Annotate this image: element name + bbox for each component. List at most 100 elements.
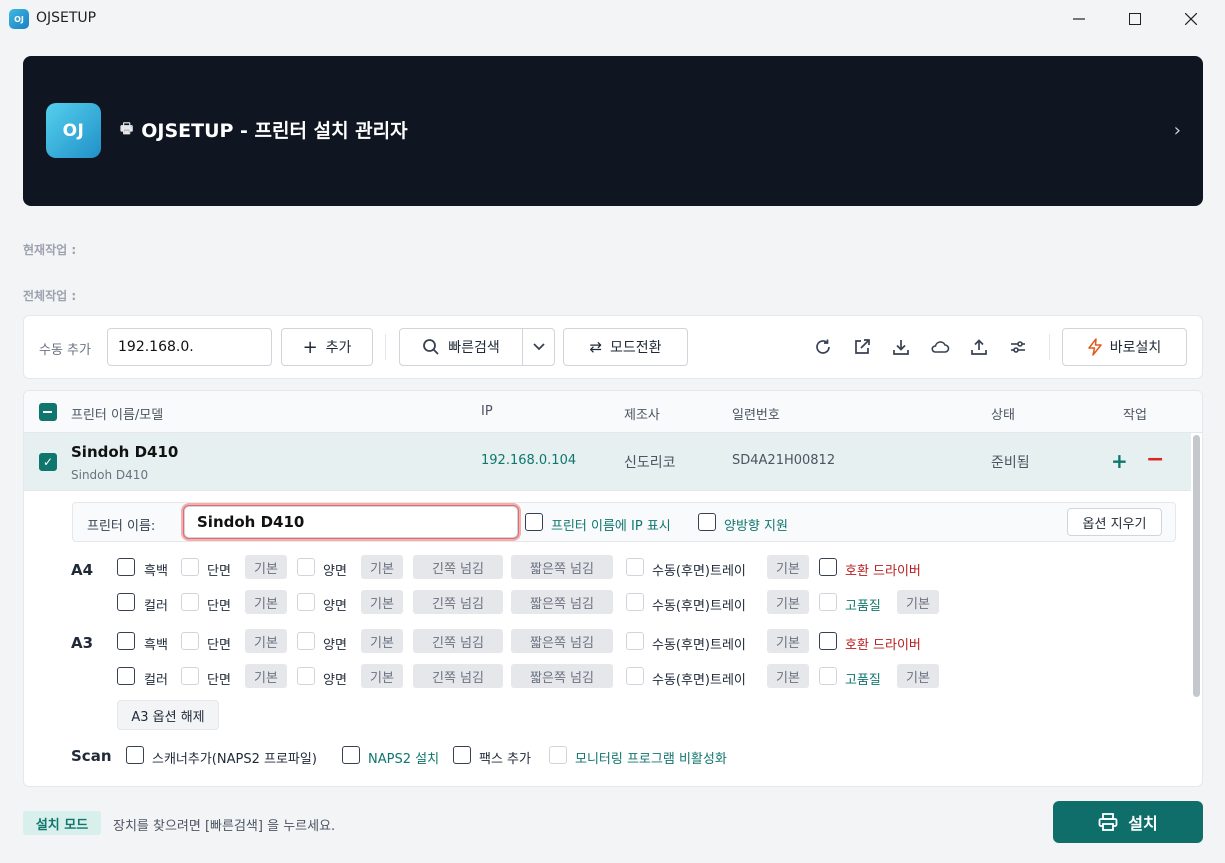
a3-mono-manual-tray-label: 수동(후면)트레이 [652,638,746,653]
fax-add-checkbox[interactable] [453,746,471,764]
a3-mono-duplex-default[interactable]: 기본 [361,629,403,653]
maximize-button[interactable] [1108,0,1162,38]
clear-options-button[interactable]: 옵션 지우기 [1067,508,1162,536]
a4-high-quality-default[interactable]: 기본 [897,590,939,614]
banner-title: OJSETUP - 프린터 설치 관리자 [141,120,408,142]
a3-mono-short-edge[interactable]: 짧은쪽 넘김 [511,629,613,653]
toolbar-divider [385,334,386,360]
naps2-install-checkbox[interactable] [342,746,360,764]
a4-mono-checkbox[interactable] [117,558,135,576]
add-button-label: 추가 [325,340,352,356]
a4-mono-short-edge[interactable]: 짧은쪽 넘김 [511,555,613,579]
footer-hint: 장치를 찾으려면 [빠른검색] 을 누르세요. [113,819,336,834]
a3-mono-simplex-default[interactable]: 기본 [245,629,287,653]
search-dropdown-button[interactable] [522,328,555,366]
a4-mono-simplex-checkbox[interactable] [181,558,199,576]
banner-title-wrap: 🖶 OJSETUP - 프린터 설치 관리자 [120,116,408,143]
close-button[interactable] [1164,0,1218,38]
select-all-checkbox[interactable] [39,403,57,421]
a4-color-simplex-default[interactable]: 기본 [245,590,287,614]
minimize-icon [1073,18,1085,20]
add-button[interactable]: + 추가 [281,328,373,366]
show-ip-label: 프린터 이름에 IP 표시 [551,519,671,534]
total-task-label: 전체작업 : [23,289,77,303]
printer-table: 프린터 이름/모델 IP 제조사 일련번호 상태 작업 ✓ Sindoh D41… [23,390,1203,787]
a4-mono-simplex-default[interactable]: 기본 [245,555,287,579]
a3-color-label: 컬러 [144,673,168,688]
external-link-icon[interactable] [851,336,873,358]
a4-mono-manual-tray-default[interactable]: 기본 [767,555,809,579]
a4-mono-duplex-default[interactable]: 기본 [361,555,403,579]
a3-color-checkbox[interactable] [117,667,135,685]
install-button[interactable]: 설치 [1053,801,1203,843]
a3-high-quality-checkbox[interactable] [819,667,837,685]
a3-color-simplex-checkbox[interactable] [181,667,199,685]
upload-icon[interactable] [968,336,990,358]
chevron-right-icon[interactable]: › [1174,120,1181,141]
a3-mono-manual-tray-checkbox[interactable] [626,632,644,650]
printer-name-input[interactable] [183,505,519,539]
a3-compat-driver-checkbox[interactable] [819,632,837,650]
settings-sliders-icon[interactable] [1007,336,1029,358]
show-ip-checkbox[interactable] [525,513,543,531]
printer-maker: 신도리코 [624,455,676,471]
a4-color-duplex-default[interactable]: 기본 [361,590,403,614]
minus-icon[interactable]: − [1146,447,1164,472]
a4-compat-driver-label: 호환 드라이버 [845,564,921,579]
naps2-install-label: NAPS2 설치 [368,752,440,767]
quick-search-button[interactable]: 빠른검색 [399,328,523,366]
duplex-support-checkbox[interactable] [698,513,716,531]
a4-high-quality-checkbox[interactable] [819,593,837,611]
a4-mono-manual-tray-checkbox[interactable] [626,558,644,576]
current-task-label: 현재작업 : [23,243,77,257]
a3-color-manual-tray-default[interactable]: 기본 [767,664,809,688]
a3-color-duplex-default[interactable]: 기본 [361,664,403,688]
a4-color-manual-tray-default[interactable]: 기본 [767,590,809,614]
printer-icon: 🖶 [120,120,134,137]
scanner-add-checkbox[interactable] [126,746,144,764]
a3-mono-simplex-checkbox[interactable] [181,632,199,650]
row-checkbox[interactable]: ✓ [39,453,57,471]
a4-section-label: A4 [71,561,94,579]
a3-color-duplex-checkbox[interactable] [297,667,315,685]
a3-color-long-edge[interactable]: 긴쪽 넘김 [413,664,503,688]
a4-color-simplex-label: 단면 [207,599,231,614]
a3-color-simplex-default[interactable]: 기본 [245,664,287,688]
table-row[interactable]: ✓ Sindoh D410 Sindoh D410 192.168.0.104 … [24,433,1191,491]
monitor-disable-checkbox[interactable] [549,746,567,764]
plus-icon[interactable]: + [1111,449,1128,473]
download-icon[interactable] [890,336,912,358]
quick-install-button[interactable]: 바로설치 [1062,328,1187,366]
header-status: 상태 [991,408,1015,423]
a3-release-button[interactable]: A3 옵션 해제 [117,700,219,730]
a4-mono-long-edge[interactable]: 긴쪽 넘김 [413,555,503,579]
printer-name: Sindoh D410 [71,443,179,461]
a3-mono-long-edge[interactable]: 긴쪽 넘김 [413,629,503,653]
a4-compat-driver-checkbox[interactable] [819,558,837,576]
printer-status: 준비됨 [991,455,1030,471]
a4-color-checkbox[interactable] [117,593,135,611]
cloud-icon[interactable] [929,336,951,358]
ip-input[interactable] [107,328,272,366]
a3-mono-duplex-checkbox[interactable] [297,632,315,650]
printer-icon [1098,813,1118,831]
minimize-button[interactable] [1052,0,1106,38]
a3-high-quality-default[interactable]: 기본 [897,664,939,688]
mode-switch-button[interactable]: ⇄ 모드전환 [563,328,688,366]
a3-mono-manual-tray-default[interactable]: 기본 [767,629,809,653]
a4-color-short-edge[interactable]: 짧은쪽 넘김 [511,590,613,614]
a4-color-simplex-checkbox[interactable] [181,593,199,611]
scan-section-label: Scan [71,747,112,765]
table-header: 프린터 이름/모델 IP 제조사 일련번호 상태 작업 [24,391,1202,433]
scrollbar-thumb[interactable] [1193,435,1200,697]
a4-mono-duplex-checkbox[interactable] [297,558,315,576]
a3-color-short-edge[interactable]: 짧은쪽 넘김 [511,664,613,688]
refresh-icon[interactable] [812,336,834,358]
a4-color-manual-tray-checkbox[interactable] [626,593,644,611]
a4-color-long-edge[interactable]: 긴쪽 넘김 [413,590,503,614]
monitor-disable-label: 모니터링 프로그램 비활성화 [575,752,727,767]
a4-color-duplex-checkbox[interactable] [297,593,315,611]
a3-color-manual-tray-checkbox[interactable] [626,667,644,685]
a3-mono-checkbox[interactable] [117,632,135,650]
a3-mono-duplex-label: 양면 [323,638,347,653]
